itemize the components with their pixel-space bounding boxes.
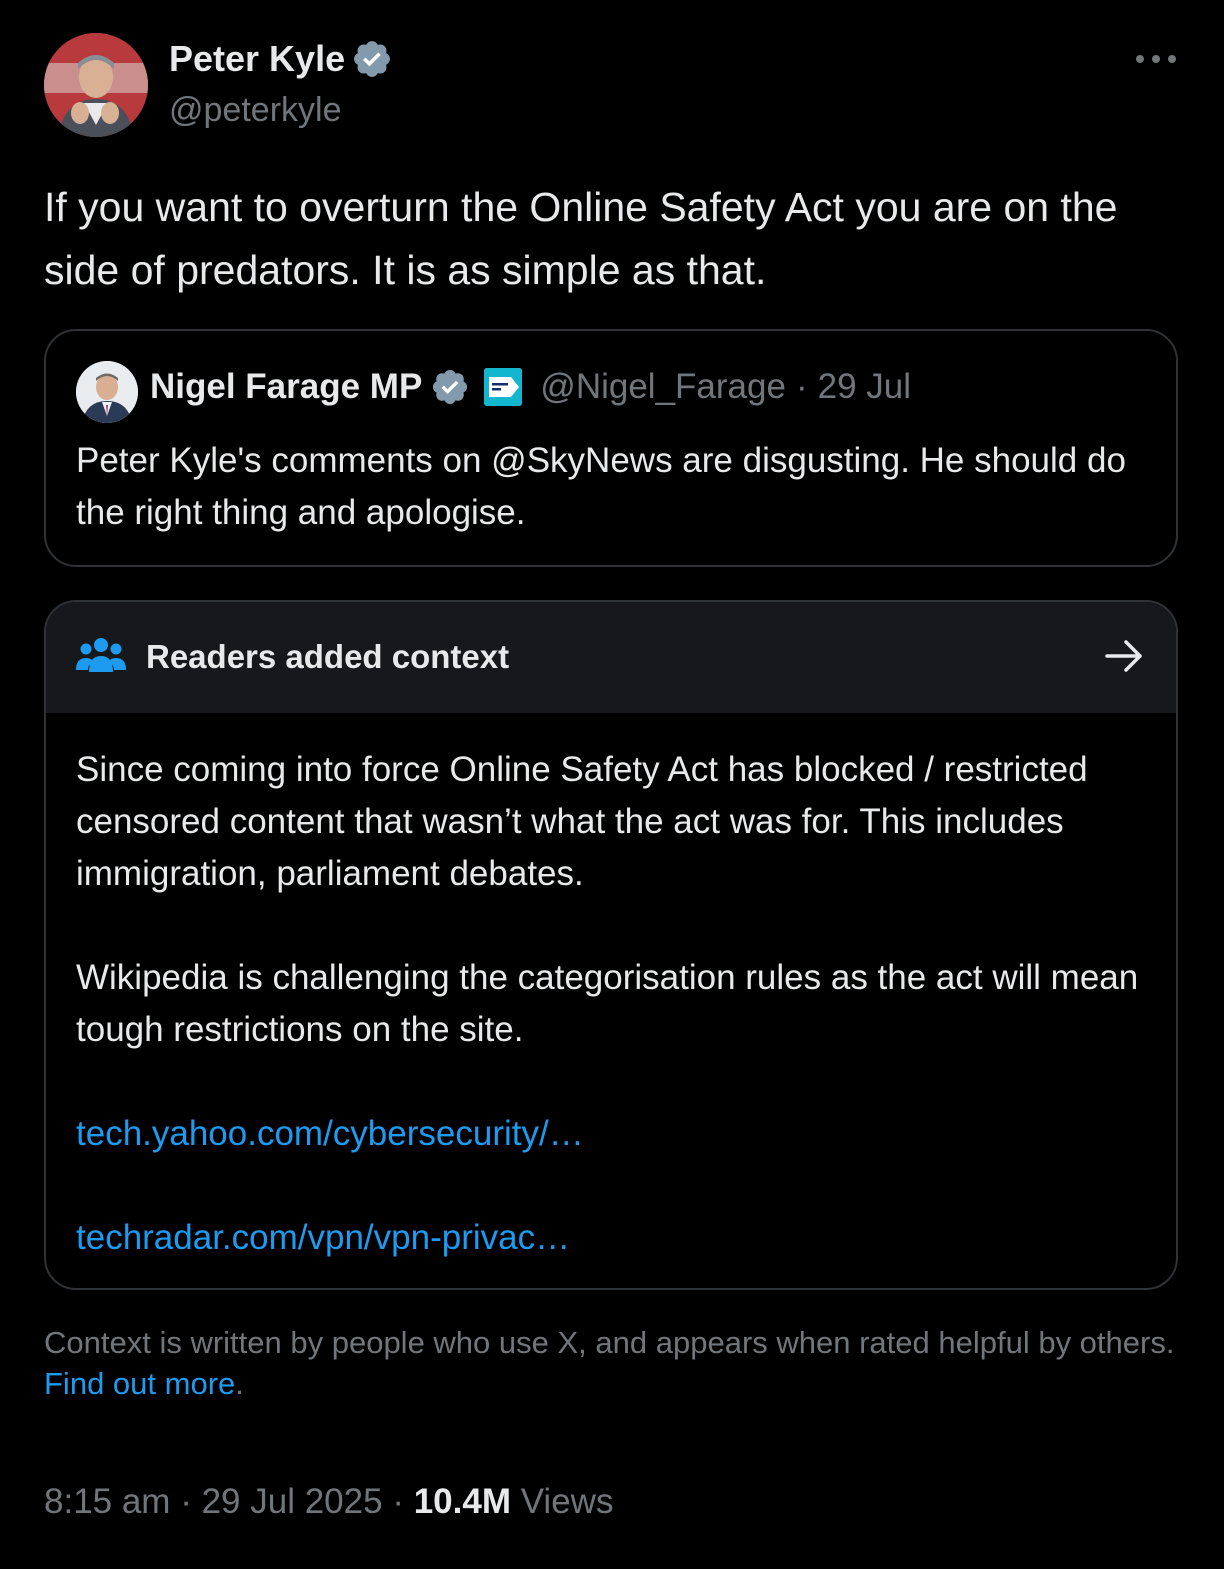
views-count[interactable]: 10.4M (414, 1482, 511, 1521)
tweet-date[interactable]: 29 Jul 2025 (202, 1482, 383, 1521)
tweet: Peter Kyle @peterkyle If you want to ove… (0, 0, 1224, 1569)
people-icon (76, 636, 126, 676)
more-dot (1152, 55, 1160, 63)
more-dot (1136, 55, 1144, 63)
community-note-disclaimer: Context is written by people who use X, … (44, 1322, 1184, 1404)
verified-badge-icon (351, 38, 393, 80)
tweet-text: If you want to overturn the Online Safet… (44, 184, 1118, 293)
community-note: Readers added context Since coming into … (44, 600, 1178, 1290)
quote-author-name[interactable]: Nigel Farage MP (150, 367, 422, 407)
disclaimer-suffix: . (235, 1366, 244, 1401)
community-note-link-row: tech.yahoo.com/cybersecurity/… (76, 1108, 1156, 1160)
arrow-right-icon[interactable] (1104, 638, 1144, 674)
community-note-body: Since coming into force Online Safety Ac… (76, 744, 1156, 1264)
quote-date[interactable]: 29 Jul (818, 367, 911, 407)
author-name-text[interactable]: Peter Kyle (169, 38, 345, 80)
meta-separator: · (392, 1482, 404, 1521)
verified-badge-icon (430, 367, 470, 407)
reform-uk-badge-icon[interactable] (484, 368, 523, 406)
find-out-more-link[interactable]: Find out more (44, 1366, 235, 1401)
community-note-title: Readers added context (146, 638, 510, 675)
community-note-header[interactable]: Readers added context (46, 602, 1176, 713)
community-note-link[interactable]: tech.yahoo.com/cybersecurity/… (76, 1108, 584, 1160)
community-note-link[interactable]: techradar.com/vpn/vpn-privac… (76, 1212, 570, 1264)
quote-separator: · (795, 367, 808, 406)
quote-text: Peter Kyle's comments on @SkyNews are di… (76, 441, 1126, 532)
author-name[interactable]: Peter Kyle (169, 38, 393, 80)
author-avatar[interactable] (44, 33, 148, 137)
quote-header: Nigel Farage MP @Nigel_Farage · 29 Jul (150, 367, 911, 407)
quoted-tweet[interactable]: Nigel Farage MP @Nigel_Farage · 29 Jul P… (44, 329, 1178, 567)
community-note-link-row: techradar.com/vpn/vpn-privac… (76, 1212, 1156, 1264)
quote-author-avatar[interactable] (76, 361, 138, 423)
more-horizontal-icon[interactable] (1136, 46, 1176, 72)
disclaimer-text: Context is written by people who use X, … (44, 1325, 1175, 1360)
meta-separator: · (180, 1482, 192, 1521)
community-note-paragraph: Wikipedia is challenging the categorisat… (76, 958, 1139, 1049)
tweet-meta: 8:15 am · 29 Jul 2025 · 10.4M Views (44, 1482, 613, 1522)
community-note-paragraph: Since coming into force Online Safety Ac… (76, 750, 1088, 893)
author-handle[interactable]: @peterkyle (169, 91, 341, 130)
quote-author-handle[interactable]: @Nigel_Farage (540, 367, 786, 407)
more-dot (1168, 55, 1176, 63)
tweet-time[interactable]: 8:15 am (44, 1482, 170, 1521)
views-label[interactable]: Views (521, 1482, 614, 1521)
